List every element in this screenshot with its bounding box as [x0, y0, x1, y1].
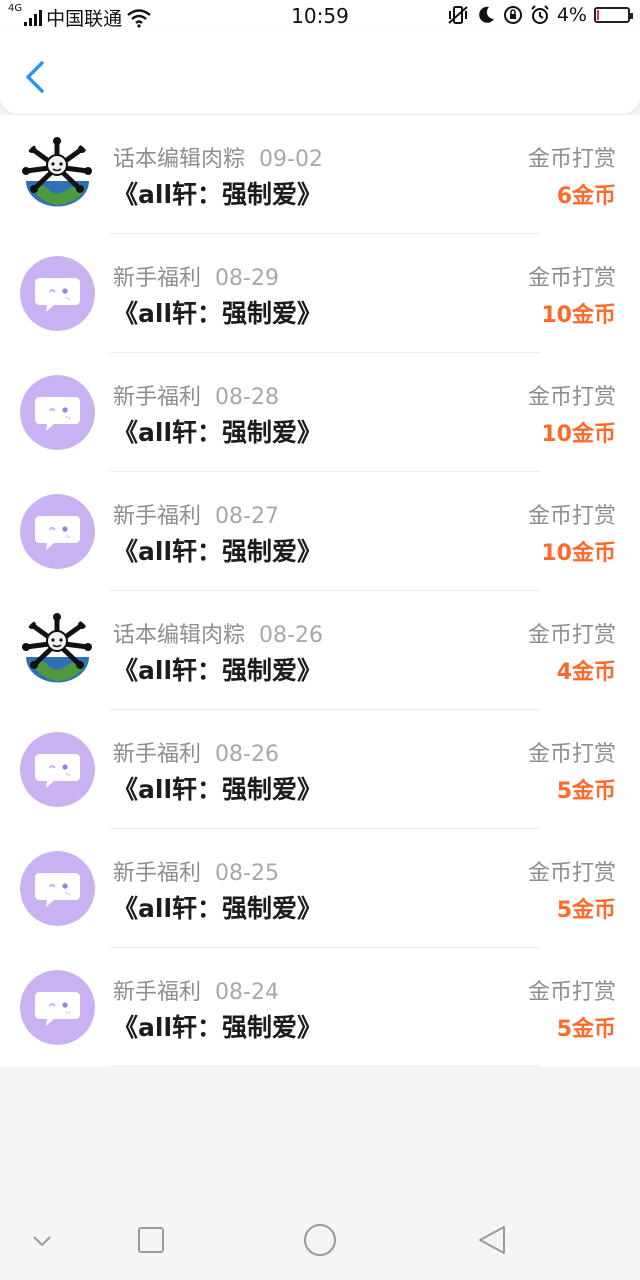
- chat-bubble-avatar: [20, 256, 95, 331]
- chat-bubble-avatar: [20, 732, 95, 807]
- reward-meta: 新手福利 08-28: [113, 379, 279, 411]
- editor-avatar-art: [20, 613, 95, 688]
- reward-date: 08-24: [215, 980, 279, 1005]
- reward-type: 金币打赏: [527, 980, 616, 1005]
- chat-bubble-art: [20, 970, 95, 1045]
- reward-amount: 5金币: [556, 898, 616, 923]
- reward-source: 话本编辑肉粽: [113, 623, 246, 648]
- reward-type: 金币打赏: [527, 266, 616, 291]
- reward-row[interactable]: 新手福利 08-25 《all轩：强制爱》 金币打赏 5金币: [0, 829, 640, 948]
- reward-source: 新手福利: [113, 980, 202, 1005]
- reward-amount: 6金币: [556, 184, 616, 209]
- reward-row[interactable]: 新手福利 08-24 《all轩：强制爱》 金币打赏 5金币: [0, 948, 640, 1067]
- story-title: 《all轩：强制爱》: [113, 775, 323, 804]
- reward-amount: 5金币: [556, 779, 616, 804]
- reward-date: 08-26: [215, 742, 279, 767]
- chat-bubble-art: [20, 732, 95, 807]
- chat-bubble-avatar: [20, 851, 95, 926]
- reward-type: 金币打赏: [527, 861, 616, 886]
- story-title: 《all轩：强制爱》: [113, 418, 323, 447]
- reward-amount: 10金币: [541, 422, 616, 447]
- reward-meta: 新手福利 08-25: [113, 855, 279, 887]
- alarm-icon: [531, 5, 549, 24]
- rotation-lock-icon: [503, 6, 522, 24]
- editor-avatar: [20, 613, 95, 688]
- editor-avatar: [20, 137, 95, 212]
- battery-icon: [594, 7, 633, 23]
- row-divider: [110, 1066, 540, 1067]
- vibrate-off-icon: [448, 6, 468, 24]
- back-arrow-icon[interactable]: [22, 60, 48, 94]
- reward-source: 新手福利: [113, 861, 202, 886]
- moon-icon: [479, 6, 494, 23]
- reward-row[interactable]: 新手福利 08-28 《all轩：强制爱》 金币打赏 10金币: [0, 353, 640, 472]
- status-right: 4%: [447, 4, 633, 26]
- reward-row[interactable]: 新手福利 08-29 《all轩：强制爱》 金币打赏 10金币: [0, 234, 640, 353]
- story-title: 《all轩：强制爱》: [113, 1013, 323, 1042]
- chat-bubble-avatar: [20, 375, 95, 450]
- chat-bubble-art: [20, 375, 95, 450]
- battery-percent: 4%: [556, 4, 587, 26]
- reward-amount: 4金币: [556, 660, 616, 685]
- reward-type: 金币打赏: [527, 385, 616, 410]
- chat-bubble-art: [20, 494, 95, 569]
- reward-meta: 话本编辑肉粽 08-26: [113, 617, 323, 649]
- editor-avatar-art: [20, 137, 95, 212]
- story-title: 《all轩：强制爱》: [113, 894, 323, 923]
- reward-source: 新手福利: [113, 266, 202, 291]
- reward-row[interactable]: 新手福利 08-27 《all轩：强制爱》 金币打赏 10金币: [0, 472, 640, 591]
- reward-meta: 新手福利 08-26: [113, 736, 279, 768]
- reward-amount: 10金币: [541, 303, 616, 328]
- reward-row[interactable]: 话本编辑肉粽 08-26 《all轩：强制爱》 金币打赏 4金币: [0, 591, 640, 710]
- reward-type: 金币打赏: [527, 742, 616, 767]
- reward-source: 新手福利: [113, 504, 202, 529]
- top-header: [0, 32, 640, 114]
- story-title: 《all轩：强制爱》: [113, 299, 323, 328]
- square-icon[interactable]: [131, 1220, 171, 1260]
- reward-date: 08-25: [215, 861, 279, 886]
- chat-bubble-avatar: [20, 970, 95, 1045]
- reward-date: 08-29: [215, 266, 279, 291]
- chevron-down-icon[interactable]: [22, 1220, 62, 1260]
- story-title: 《all轩：强制爱》: [113, 537, 323, 566]
- reward-source: 话本编辑肉粽: [113, 147, 246, 172]
- reward-source: 新手福利: [113, 742, 202, 767]
- reward-amount: 10金币: [541, 541, 616, 566]
- reward-meta: 新手福利 08-24: [113, 974, 279, 1006]
- reward-row[interactable]: 话本编辑肉粽 09-02 《all轩：强制爱》 金币打赏 6金币: [0, 115, 640, 234]
- reward-list: 话本编辑肉粽 09-02 《all轩：强制爱》 金币打赏 6金币 新手福利 08-2…: [0, 115, 640, 1067]
- chat-bubble-art: [20, 256, 95, 331]
- reward-amount: 5金币: [556, 1017, 616, 1042]
- status-bar: 4G 中国联通 10:59 4%: [0, 0, 640, 32]
- story-title: 《all轩：强制爱》: [113, 656, 323, 685]
- reward-meta: 新手福利 08-27: [113, 498, 279, 530]
- reward-meta: 话本编辑肉粽 09-02: [113, 141, 323, 173]
- system-nav-bar: [0, 1200, 640, 1280]
- chat-bubble-avatar: [20, 494, 95, 569]
- reward-date: 08-28: [215, 385, 279, 410]
- reward-row[interactable]: 新手福利 08-26 《all轩：强制爱》 金币打赏 5金币: [0, 710, 640, 829]
- reward-date: 08-27: [215, 504, 279, 529]
- reward-type: 金币打赏: [527, 147, 616, 172]
- reward-date: 09-02: [259, 147, 323, 172]
- reward-date: 08-26: [259, 623, 323, 648]
- chat-bubble-art: [20, 851, 95, 926]
- reward-type: 金币打赏: [527, 623, 616, 648]
- circle-icon[interactable]: [300, 1220, 340, 1260]
- story-title: 《all轩：强制爱》: [113, 180, 323, 209]
- reward-source: 新手福利: [113, 385, 202, 410]
- reward-meta: 新手福利 08-29: [113, 260, 279, 292]
- reward-type: 金币打赏: [527, 504, 616, 529]
- triangle-back-icon[interactable]: [472, 1220, 512, 1260]
